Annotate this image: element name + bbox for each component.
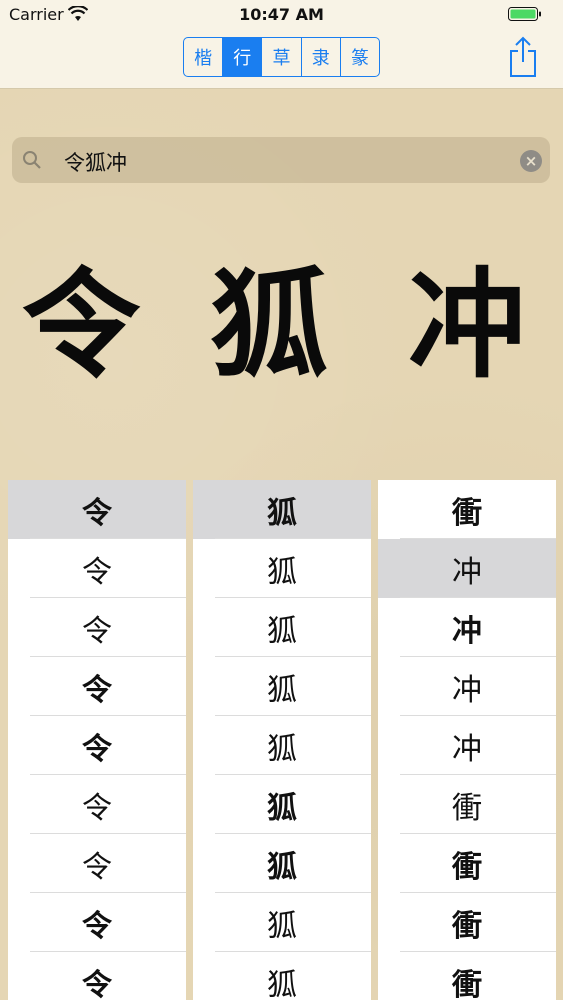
glyph-cell[interactable]: 狐	[193, 657, 371, 716]
preview-char-3: 冲	[408, 255, 527, 394]
glyph-column-3: 衝 冲 冲 冲 冲 衝 衝 衝 衝	[378, 480, 556, 1000]
glyph-cell[interactable]: 令	[8, 834, 186, 893]
glyph-cell[interactable]: 狐	[193, 716, 371, 775]
glyph-cell[interactable]: 狐	[193, 480, 371, 539]
glyph-cell[interactable]: 令	[8, 893, 186, 952]
script-style-segmented-control: 楷 行 草 隶 篆	[183, 37, 380, 77]
glyph-cell[interactable]: 冲	[378, 539, 556, 598]
glyph-cell[interactable]: 冲	[378, 657, 556, 716]
share-icon[interactable]	[508, 36, 538, 78]
calligraphy-preview: 令 狐 冲	[0, 250, 563, 400]
search-input[interactable]: 令狐冲	[64, 147, 127, 177]
segment-li[interactable]: 隶	[302, 38, 341, 76]
glyph-cell[interactable]: 衝	[378, 893, 556, 952]
glyph-cell[interactable]: 令	[8, 480, 186, 539]
segment-kai[interactable]: 楷	[184, 38, 224, 76]
glyph-cell[interactable]: 狐	[193, 893, 371, 952]
preview-char-2: 狐	[210, 255, 329, 394]
glyph-cell[interactable]: 冲	[378, 716, 556, 775]
glyph-cell[interactable]: 令	[8, 952, 186, 1000]
glyph-column-1: 令 令 令 令 令 令 令 令 令	[8, 480, 186, 1000]
search-icon	[23, 151, 41, 169]
glyph-cell[interactable]: 冲	[378, 598, 556, 657]
glyph-cell[interactable]: 令	[8, 657, 186, 716]
battery-icon	[508, 7, 541, 21]
glyph-cell[interactable]: 令	[8, 539, 186, 598]
segment-xing[interactable]: 行	[223, 38, 263, 76]
search-bar[interactable]: 令狐冲	[12, 137, 550, 183]
glyph-cell[interactable]: 狐	[193, 834, 371, 893]
glyph-column-2: 狐 狐 狐 狐 狐 狐 狐 狐 狐	[193, 480, 371, 1000]
glyph-cell[interactable]: 令	[8, 775, 186, 834]
segment-zhuan[interactable]: 篆	[341, 38, 379, 76]
glyph-cell[interactable]: 令	[8, 716, 186, 775]
glyph-cell[interactable]: 衝	[378, 480, 556, 539]
preview-char-1: 令	[22, 255, 141, 394]
glyph-cell[interactable]: 令	[8, 598, 186, 657]
glyph-cell[interactable]: 衝	[378, 952, 556, 1000]
status-bar: Carrier 10:47 AM	[0, 0, 563, 30]
glyph-cell[interactable]: 衝	[378, 834, 556, 893]
glyph-cell[interactable]: 狐	[193, 539, 371, 598]
glyph-cell[interactable]: 狐	[193, 598, 371, 657]
clear-icon[interactable]: ×	[520, 150, 542, 172]
segment-cao[interactable]: 草	[262, 38, 302, 76]
glyph-cell[interactable]: 衝	[378, 775, 556, 834]
top-bar: Carrier 10:47 AM 楷 行 草 隶 篆	[0, 0, 563, 89]
glyph-cell[interactable]: 狐	[193, 952, 371, 1000]
clock: 10:47 AM	[239, 5, 324, 24]
glyph-cell[interactable]: 狐	[193, 775, 371, 834]
